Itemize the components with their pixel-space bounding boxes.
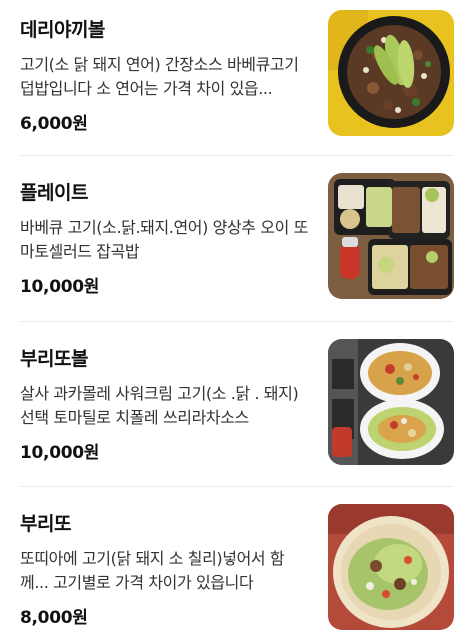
menu-item-burrito[interactable]: 부리또 또띠아에 고기(닭 돼지 소 칠리)넣어서 함께... 고기별로 가격 … xyxy=(0,494,466,641)
plate-photo[interactable] xyxy=(328,173,454,299)
menu-item-info: 부리또 또띠아에 고기(닭 돼지 소 칠리)넣어서 함께... 고기별로 가격 … xyxy=(20,494,328,628)
menu-item-info: 부리또볼 살사 과카몰레 사워크림 고기(소 .닭 . 돼지)선택 토마틸로 치… xyxy=(20,329,328,463)
menu-item-name: 데리야끼볼 xyxy=(20,19,105,41)
divider xyxy=(20,486,454,487)
menu-item-info: 플레이트 바베큐 고기(소.닭.돼지.연어) 양상추 오이 또마토셀러드 잡곡밥… xyxy=(20,163,328,297)
menu-item-info: 데리야끼볼 고기(소 닭 돼지 연어) 간장소스 바베큐고기 덥밥입니다 소 연… xyxy=(20,0,328,134)
menu-item-price: 8,000원 xyxy=(20,608,88,628)
burrito-photo[interactable] xyxy=(328,504,454,630)
divider xyxy=(20,321,454,322)
menu-item-name: 부리또볼 xyxy=(20,348,88,370)
menu-item-description: 고기(소 닭 돼지 연어) 간장소스 바베큐고기 덥밥입니다 소 연어는 가격 … xyxy=(20,55,299,98)
menu-item-description: 바베큐 고기(소.닭.돼지.연어) 양상추 오이 또마토셀러드 잡곡밥 xyxy=(20,218,308,261)
divider xyxy=(20,155,454,156)
menu-item-price: 10,000원 xyxy=(20,443,100,463)
burrito-bowl-photo[interactable] xyxy=(328,339,454,465)
menu-item-price: 10,000원 xyxy=(20,277,100,297)
menu-item-description: 살사 과카몰레 사워크림 고기(소 .닭 . 돼지)선택 토마틸로 치폴레 쓰리… xyxy=(20,384,299,427)
menu-item-price: 6,000원 xyxy=(20,114,88,134)
menu-item-name: 플레이트 xyxy=(20,182,88,204)
menu-item-plate[interactable]: 플레이트 바베큐 고기(소.닭.돼지.연어) 양상추 오이 또마토셀러드 잡곡밥… xyxy=(0,163,466,319)
menu-item-name: 부리또 xyxy=(20,513,71,535)
menu-list: 데리야끼볼 고기(소 닭 돼지 연어) 간장소스 바베큐고기 덥밥입니다 소 연… xyxy=(0,0,466,641)
menu-item-burrito-bowl[interactable]: 부리또볼 살사 과카몰레 사워크림 고기(소 .닭 . 돼지)선택 토마틸로 치… xyxy=(0,329,466,485)
menu-item-teriyaki-bowl[interactable]: 데리야끼볼 고기(소 닭 돼지 연어) 간장소스 바베큐고기 덥밥입니다 소 연… xyxy=(0,0,466,156)
menu-item-description: 또띠아에 고기(닭 돼지 소 칠리)넣어서 함께... 고기별로 가격 차이가 … xyxy=(20,549,285,592)
teriyaki-bowl-photo[interactable] xyxy=(328,10,454,136)
